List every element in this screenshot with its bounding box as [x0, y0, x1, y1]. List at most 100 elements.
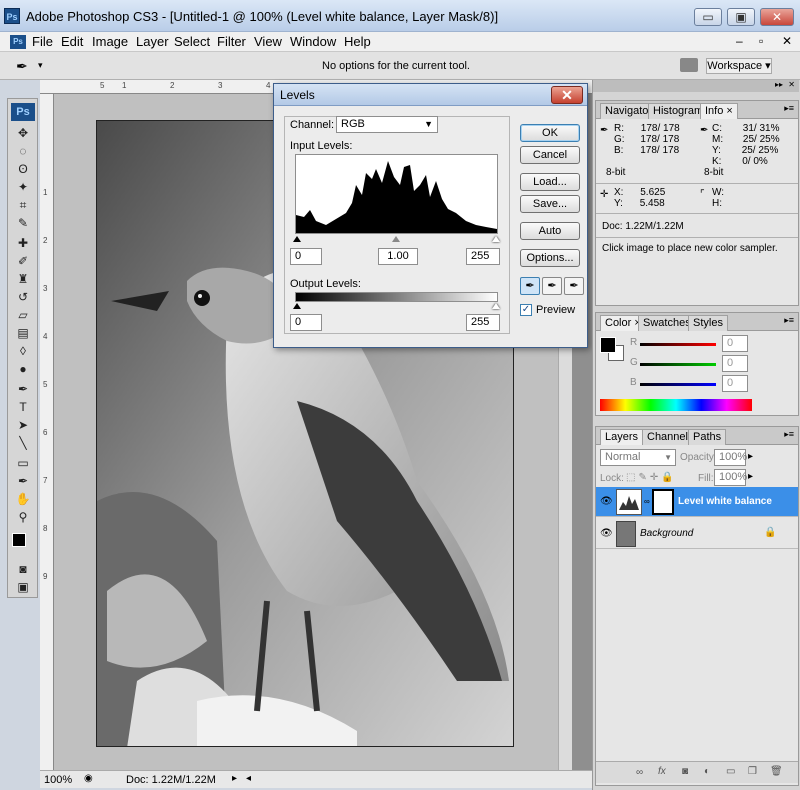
output-black-slider[interactable]: [293, 303, 301, 309]
input-white-slider[interactable]: [492, 236, 500, 242]
line-tool-icon[interactable]: ╲: [14, 435, 32, 451]
input-gamma-field[interactable]: 1.00: [378, 248, 418, 265]
eye-icon[interactable]: 👁: [600, 528, 613, 539]
gradient-tool-icon[interactable]: ▤: [14, 325, 32, 341]
tab-styles[interactable]: Styles: [688, 315, 728, 331]
eyedropper-tool-icon[interactable]: ✒: [14, 473, 32, 489]
menu-filter[interactable]: Filter: [217, 34, 246, 49]
magic-wand-tool-icon[interactable]: ✦: [14, 179, 32, 195]
trash-icon[interactable]: 🗑: [770, 766, 783, 777]
input-black-slider[interactable]: [293, 236, 301, 242]
layer-row-selected[interactable]: 👁 ∞ Level white balance: [596, 487, 798, 517]
layer-style-icon[interactable]: fx: [658, 766, 666, 777]
green-slider-track[interactable]: [640, 363, 716, 366]
auto-button[interactable]: Auto: [520, 222, 580, 240]
channel-select[interactable]: RGB ▼: [336, 116, 438, 133]
ok-button[interactable]: OK: [520, 124, 580, 142]
load-button[interactable]: Load...: [520, 173, 580, 191]
menu-image[interactable]: Image: [92, 34, 128, 49]
white-point-eyedropper-icon[interactable]: ✒: [564, 277, 584, 295]
close-icon[interactable]: ✕: [788, 80, 795, 89]
foreground-color-swatch[interactable]: [12, 533, 26, 547]
doc-restore-button[interactable]: ▫: [759, 34, 763, 48]
hand-tool-icon[interactable]: ✋: [14, 491, 32, 507]
maximize-button[interactable]: ▣: [727, 8, 755, 26]
cancel-button[interactable]: Cancel: [520, 146, 580, 164]
scroll-left-icon[interactable]: ◂: [246, 773, 251, 784]
tool-preset-dropdown-icon[interactable]: ▾: [38, 60, 43, 71]
layer-mask-thumbnail[interactable]: [652, 489, 674, 515]
eraser-tool-icon[interactable]: ▱: [14, 307, 32, 323]
color-b-field[interactable]: 0: [722, 375, 748, 392]
move-tool-icon[interactable]: ✥: [14, 125, 32, 141]
panel-menu-icon[interactable]: ▸≡: [784, 315, 794, 326]
status-info-icon[interactable]: ◉: [84, 773, 93, 784]
opacity-arrow-icon[interactable]: ▸: [748, 451, 753, 462]
quick-mask-icon[interactable]: ◙: [14, 561, 32, 577]
document-icon[interactable]: Ps: [10, 35, 26, 49]
minimize-button[interactable]: ▭: [694, 8, 722, 26]
vertical-ruler[interactable]: 1 2 3 4 5 6 7 8 9: [40, 94, 54, 770]
input-white-field[interactable]: 255: [466, 248, 500, 265]
blur-tool-icon[interactable]: ◊: [14, 343, 32, 359]
history-brush-tool-icon[interactable]: ↺: [14, 289, 32, 305]
output-white-field[interactable]: 255: [466, 314, 500, 331]
panel-menu-icon[interactable]: ▸≡: [784, 429, 794, 440]
black-point-eyedropper-icon[interactable]: ✒: [520, 277, 540, 295]
screen-mode-icon[interactable]: ▣: [14, 579, 32, 595]
chain-link-icon[interactable]: ∞: [644, 497, 650, 506]
input-black-field[interactable]: 0: [290, 248, 322, 265]
status-menu-arrow-icon[interactable]: ▸: [232, 773, 237, 784]
close-button[interactable]: ✕: [760, 8, 794, 26]
panel-menu-icon[interactable]: ▸≡: [784, 103, 794, 114]
lasso-tool-icon[interactable]: ʘ: [14, 161, 32, 177]
clone-stamp-tool-icon[interactable]: ♜: [14, 271, 32, 287]
zoom-tool-icon[interactable]: ⚲: [14, 509, 32, 525]
bridge-icon[interactable]: [680, 58, 698, 72]
slice-tool-icon[interactable]: ✎: [14, 215, 32, 231]
options-button[interactable]: Options...: [520, 249, 580, 267]
fill-arrow-icon[interactable]: ▸: [748, 471, 753, 482]
workspace-dropdown[interactable]: Workspace ▾: [706, 58, 772, 74]
output-black-field[interactable]: 0: [290, 314, 322, 331]
levels-dialog-titlebar[interactable]: Levels ✕: [274, 84, 587, 106]
foreground-color-swatch[interactable]: [600, 337, 616, 353]
add-mask-icon[interactable]: ◙: [682, 766, 688, 777]
red-slider-track[interactable]: [640, 343, 716, 346]
dodge-tool-icon[interactable]: ●: [14, 361, 32, 377]
opacity-field[interactable]: 100%: [714, 449, 747, 466]
doc-minimize-button[interactable]: –: [736, 34, 743, 48]
healing-brush-tool-icon[interactable]: ✚: [14, 235, 32, 251]
menu-file[interactable]: File: [32, 34, 53, 49]
menu-view[interactable]: View: [254, 34, 282, 49]
fill-field[interactable]: 100%: [714, 469, 747, 486]
photoshop-logo-icon[interactable]: Ps: [11, 103, 35, 121]
gray-point-eyedropper-icon[interactable]: ✒: [542, 277, 562, 295]
pen-tool-icon[interactable]: ✒: [14, 381, 32, 397]
panel-dock-header[interactable]: ▸▸ ✕: [593, 80, 799, 92]
color-r-field[interactable]: 0: [722, 335, 748, 352]
layer-row[interactable]: 👁 Background 🔒: [596, 519, 798, 549]
menu-help[interactable]: Help: [344, 34, 371, 49]
blend-mode-select[interactable]: Normal ▼: [600, 449, 676, 466]
lock-icons[interactable]: ⬚✎✛🔒: [626, 472, 677, 483]
path-selection-tool-icon[interactable]: ➤: [14, 417, 32, 433]
save-button[interactable]: Save...: [520, 195, 580, 213]
menu-window[interactable]: Window: [290, 34, 336, 49]
tab-info[interactable]: Info ×: [700, 103, 738, 119]
preview-checkbox[interactable]: ✓: [520, 304, 532, 316]
eyedropper-tool-icon[interactable]: ✒: [16, 58, 28, 75]
type-tool-icon[interactable]: T: [14, 399, 32, 415]
menu-select[interactable]: Select: [174, 34, 210, 49]
color-g-field[interactable]: 0: [722, 355, 748, 372]
new-layer-icon[interactable]: ❐: [748, 766, 757, 777]
tab-paths[interactable]: Paths: [688, 429, 727, 445]
menu-layer[interactable]: Layer: [136, 34, 169, 49]
color-spectrum-bar[interactable]: [600, 399, 752, 411]
crop-tool-icon[interactable]: ⌗: [14, 197, 32, 213]
adjustment-layer-icon[interactable]: ◐: [704, 766, 710, 777]
eye-icon[interactable]: 👁: [600, 496, 613, 507]
collapse-icon[interactable]: ▸▸: [775, 80, 783, 89]
levels-close-button[interactable]: ✕: [551, 86, 583, 104]
new-group-icon[interactable]: ▭: [726, 766, 735, 777]
